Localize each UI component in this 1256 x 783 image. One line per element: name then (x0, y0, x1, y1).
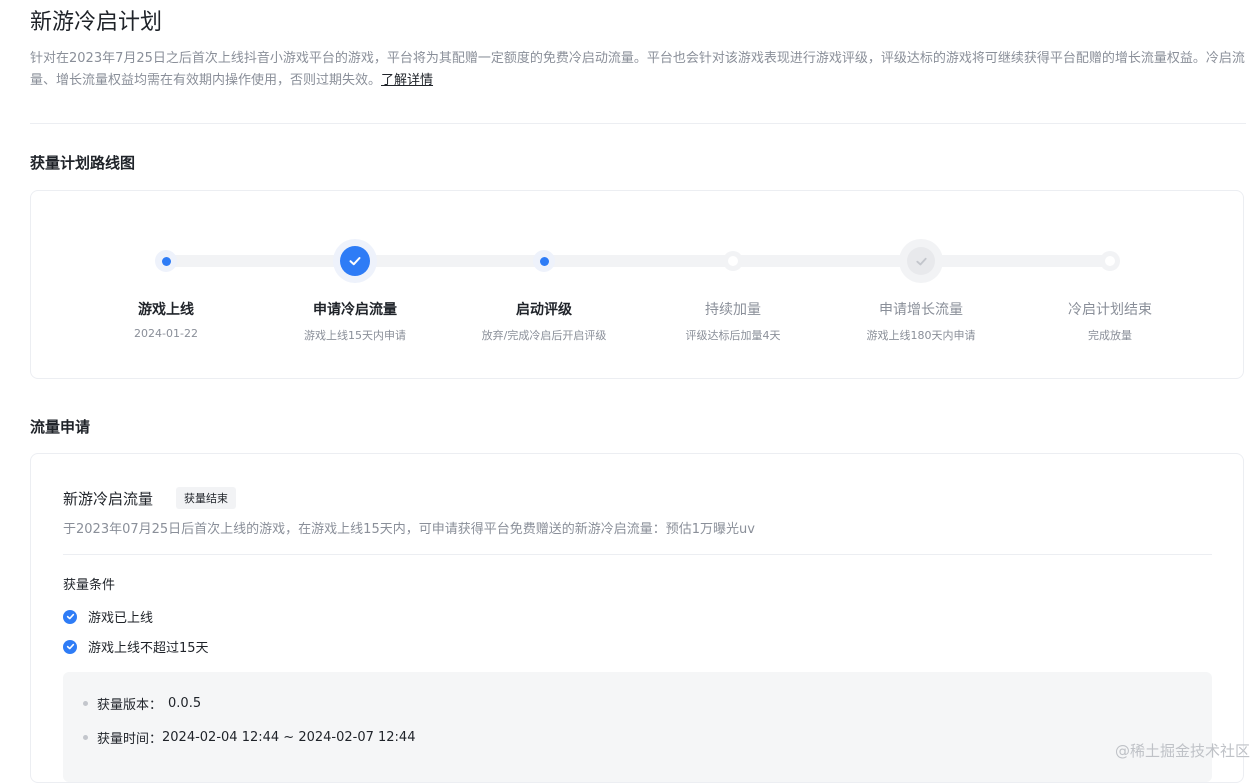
roadmap-card: 游戏上线 2024-01-22 申请冷启流量 游戏上线15天内申请 启动评级 放… (30, 190, 1244, 379)
step-5-check-icon (899, 239, 943, 283)
roadmap-track (166, 255, 1110, 267)
version-value: 0.0.5 (168, 696, 202, 711)
step-3-dot (533, 250, 555, 272)
card-divider (63, 554, 1212, 555)
step-5-label: 申请增长流量 (879, 302, 963, 318)
condition-item: 游戏上线不超过15天 (63, 637, 209, 656)
conditions-title: 获量条件 (63, 578, 116, 593)
step-4-sub: 评级达标后加量4天 (685, 329, 781, 342)
version-row: 获量版本： 0.0.5 (83, 694, 201, 713)
step-6-label: 冷启计划结束 (1068, 302, 1152, 318)
step-4-label: 持续加量 (705, 302, 761, 318)
learn-more-link[interactable]: 了解详情 (381, 73, 433, 88)
step-6-dot (1100, 251, 1120, 271)
step-2-check-icon (333, 239, 377, 283)
version-label: 获量版本： (97, 698, 163, 713)
watermark: @稀土掘金技术社区 (1114, 742, 1250, 760)
step-3-sub: 放弃/完成冷启后开启评级 (481, 329, 607, 342)
traffic-description: 于2023年07月25日后首次上线的游戏，在游戏上线15天内，可申请获得平台免费… (63, 522, 755, 537)
roadmap-section-title: 获量计划路线图 (30, 154, 136, 172)
step-3-label: 启动评级 (516, 302, 572, 318)
time-label: 获量时间： (97, 732, 163, 747)
page-title: 新游冷启计划 (30, 10, 163, 35)
bullet-icon (83, 701, 88, 706)
apply-section-title: 流量申请 (30, 418, 91, 436)
step-1-sub: 2024-01-22 (134, 327, 198, 340)
step-5-sub: 游戏上线180天内申请 (866, 329, 976, 342)
description-text: 针对在2023年7月25日之后首次上线抖音小游戏平台的游戏，平台将为其配赠一定额… (30, 51, 1245, 88)
step-6-sub: 完成放量 (1088, 329, 1132, 342)
condition-item: 游戏已上线 (63, 607, 153, 626)
step-4-dot (723, 251, 743, 271)
traffic-info-box: 获量版本： 0.0.5 获量时间： 2024-02-04 12:44 ~ 202… (63, 672, 1212, 782)
bullet-icon (83, 735, 88, 740)
check-circle-icon (63, 639, 77, 654)
time-value: 2024-02-04 12:44 ~ 2024-02-07 12:44 (162, 730, 416, 745)
step-2-label: 申请冷启流量 (313, 302, 397, 318)
condition-text: 游戏已上线 (88, 611, 154, 626)
step-1-dot (155, 250, 177, 272)
condition-text: 游戏上线不超过15天 (88, 641, 209, 656)
time-row: 获量时间： 2024-02-04 12:44 ~ 2024-02-07 12:4… (83, 728, 415, 747)
step-1-label: 游戏上线 (138, 302, 194, 318)
cold-start-traffic-card: 新游冷启流量 获量结束 于2023年07月25日后首次上线的游戏，在游戏上线15… (30, 453, 1244, 783)
header-divider (30, 123, 1246, 124)
page-description: 针对在2023年7月25日之后首次上线抖音小游戏平台的游戏，平台将为其配赠一定额… (30, 48, 1248, 92)
check-circle-icon (63, 609, 77, 624)
status-badge: 获量结束 (176, 487, 236, 509)
step-2-sub: 游戏上线15天内申请 (304, 329, 406, 342)
traffic-name: 新游冷启流量 (63, 490, 154, 508)
